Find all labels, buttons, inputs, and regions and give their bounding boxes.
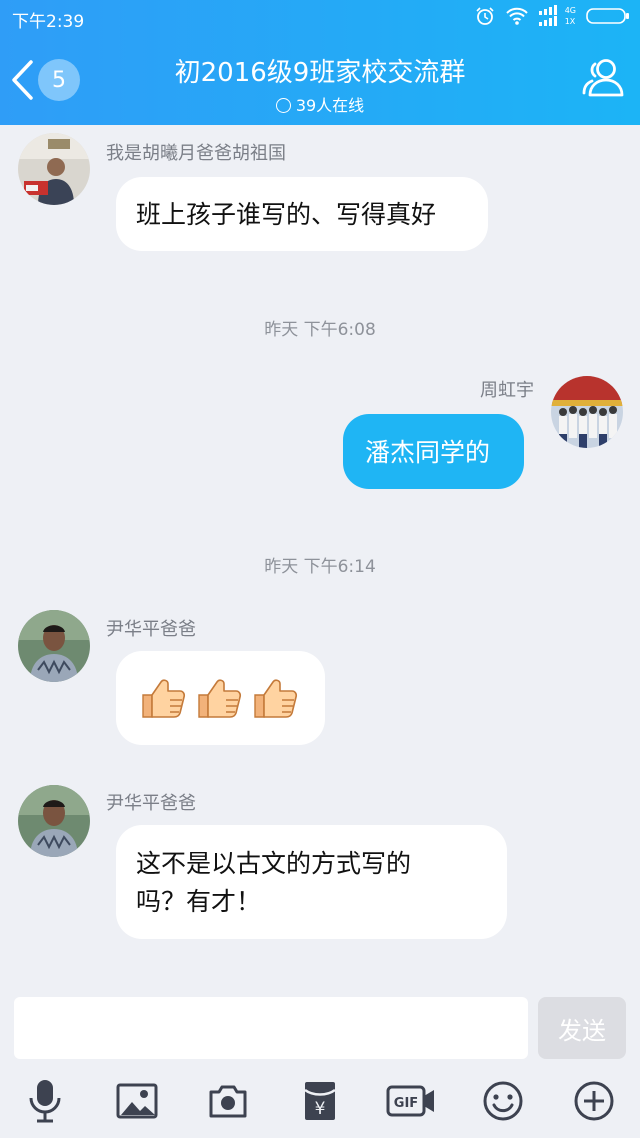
red-packet-button[interactable]: ¥ [297,1078,343,1124]
thumbs-up-emoji [254,679,298,718]
sender-name: 尹华平爸爸 [106,619,196,640]
battery-icon [586,7,629,24]
message-text: 班上孩子谁写的、写得真好 [136,200,437,229]
input-bar: 发送 ¥ GIF [0,990,640,1138]
gif-button[interactable]: GIF [386,1078,436,1124]
plus-icon [574,1081,614,1121]
thumbs-up-emoji [198,679,242,718]
image-icon [116,1083,158,1119]
emoji-button[interactable] [480,1078,526,1124]
sender-name: 我是胡曦月爸爸胡祖国 [106,143,286,164]
message-bubble[interactable] [116,651,325,745]
camera-icon [209,1085,247,1118]
message-text: 潘杰同学的 [365,438,491,467]
input-toolbar: ¥ GIF [0,1078,640,1128]
more-button[interactable] [571,1078,617,1124]
network-type-top: 4G [564,6,576,15]
members-icon [582,59,624,97]
voice-button[interactable] [22,1078,68,1124]
group-members-button[interactable] [580,56,626,102]
avatar[interactable] [551,376,623,448]
sender-name: 尹华平爸爸 [106,793,196,814]
sender-name: 周虹宇 [480,380,534,401]
message-bubble[interactable]: 这不是以古文的方式写的 吗？有才！ [116,825,507,939]
status-icons: 4G 1X [475,5,630,26]
red-packet-icon: ¥ [304,1082,336,1120]
gif-icon: GIF [386,1085,434,1117]
online-count-text: 39人在线 [295,96,365,115]
online-status-icon [275,98,291,113]
group-title: 初2016级9班家校交流群 [174,58,466,88]
message-input[interactable] [14,997,528,1059]
alarm-icon [476,6,494,25]
image-button[interactable] [114,1078,160,1124]
wifi-icon [505,7,528,25]
timestamp: 昨天 下午6:14 [264,557,376,577]
message-bubble-self[interactable]: 潘杰同学的 [343,414,524,489]
thumbs-up-emoji [142,679,186,718]
message-text-line: 吗？有才！ [136,887,262,916]
camera-button[interactable] [205,1078,251,1124]
status-time: 下午2:39 [12,12,85,32]
network-type-bottom: 1X [564,17,576,26]
signal-icon: 4G 1X [538,5,576,26]
timestamp: 昨天 下午6:08 [264,320,376,340]
microphone-icon [29,1080,61,1123]
online-count: 39人在线 [0,92,640,116]
message-text-line: 这不是以古文的方式写的 [136,849,412,878]
emoji-icon [483,1081,523,1121]
message-bubble[interactable]: 班上孩子谁写的、写得真好 [116,177,488,251]
chat-header: 下午2:39 4G 1X 5 初2016级9班家校交流群 39人在线 [0,0,640,125]
send-button[interactable]: 发送 [538,997,626,1059]
avatar[interactable] [18,133,90,205]
avatar[interactable] [18,610,90,682]
message-list[interactable]: 我是胡曦月爸爸胡祖国 班上孩子谁写的、写得真好 昨天 下午6:08 周虹宇 潘杰… [0,125,640,990]
svg-text:GIF: GIF [394,1096,418,1111]
avatar[interactable] [18,785,90,857]
svg-text:¥: ¥ [315,1099,326,1119]
